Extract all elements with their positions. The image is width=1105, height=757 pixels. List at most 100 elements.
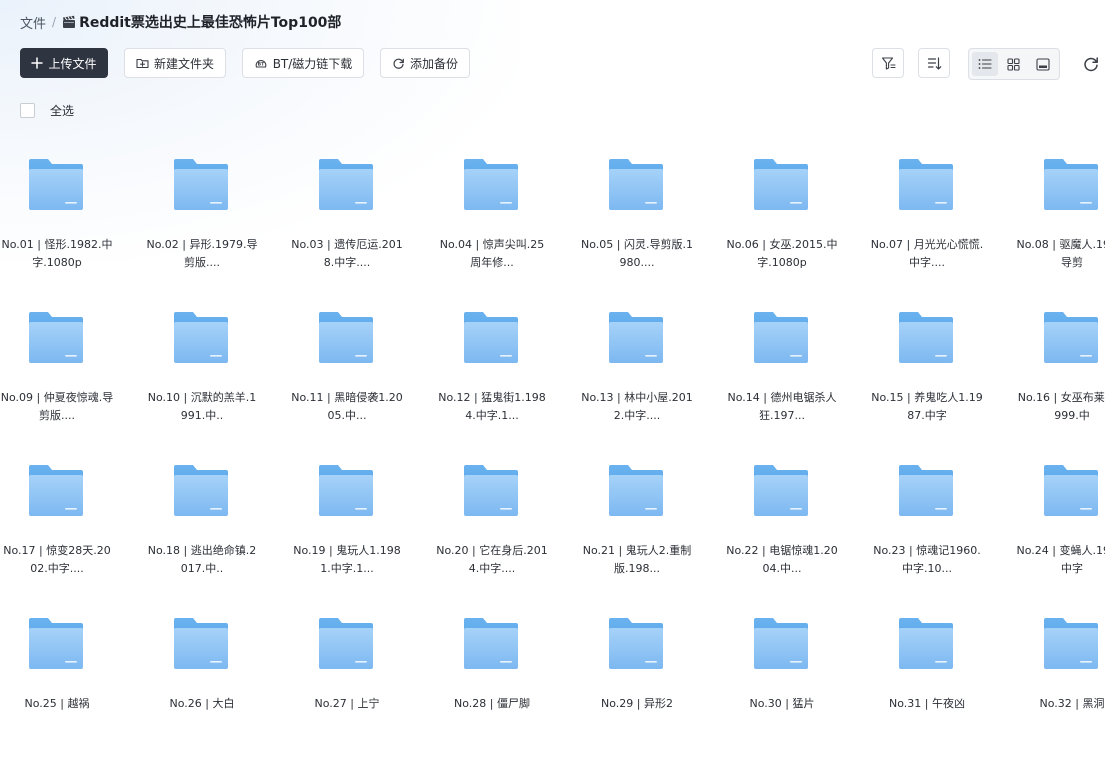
folder-name: No.07 | 月光光心慌慌.中字....	[870, 238, 984, 269]
folder-item[interactable]: No.17 | 惊变28天.2002.中字....	[0, 464, 120, 604]
folder-icon	[754, 312, 808, 363]
folder-icon	[319, 312, 373, 363]
folder-item[interactable]: No.29 | 异形2	[580, 617, 700, 757]
folder-item[interactable]: No.13 | 林中小屋.2012.中字....	[580, 311, 700, 451]
folder-item[interactable]: No.30 | 猛片	[725, 617, 845, 757]
clapperboard-icon	[63, 15, 76, 28]
folder-name: No.10 | 沉默的羔羊.1991.中..	[147, 391, 257, 422]
folder-icon	[1044, 618, 1098, 669]
grid-view-button[interactable]	[1001, 52, 1027, 76]
folder-item[interactable]: No.02 | 异形.1979.导剪版....	[145, 158, 265, 298]
folder-item[interactable]: No.24 | 变蝇人.1986.中字	[1015, 464, 1105, 604]
folder-name: No.08 | 驱魔人.1973.导剪	[1016, 238, 1105, 269]
view-mode-switcher	[968, 48, 1060, 80]
folder-icon	[899, 159, 953, 210]
folder-name: No.01 | 怪形.1982.中字.1080p	[1, 238, 113, 269]
upload-file-label: 上传文件	[48, 56, 97, 71]
folder-item[interactable]: No.31 | 午夜凶	[870, 617, 990, 757]
folder-icon	[464, 465, 518, 516]
folder-icon	[609, 465, 663, 516]
folder-icon	[464, 618, 518, 669]
folder-name: No.21 | 鬼玩人2.重制版.198...	[582, 544, 692, 575]
folder-icon	[1044, 465, 1098, 516]
folder-icon	[609, 159, 663, 210]
folder-item[interactable]: No.11 | 黑暗侵袭1.2005.中...	[290, 311, 410, 451]
upload-file-button[interactable]: 上传文件	[20, 48, 108, 78]
folder-icon	[754, 618, 808, 669]
card-view-icon	[1036, 57, 1050, 71]
new-folder-label: 新建文件夹	[153, 56, 214, 71]
folder-icon	[464, 312, 518, 363]
folder-name: No.23 | 惊魂记1960.中字.10...	[873, 544, 981, 575]
filter-button[interactable]	[872, 48, 904, 78]
folder-item[interactable]: No.25 | 越祸	[0, 617, 120, 757]
folder-item[interactable]: No.20 | 它在身后.2014.中字....	[435, 464, 555, 604]
folder-name: No.04 | 惊声尖叫.25周年修...	[439, 238, 545, 269]
folder-item[interactable]: No.19 | 鬼玩人1.1981.中字.1...	[290, 464, 410, 604]
folder-item[interactable]: No.05 | 闪灵.导剪版.1980....	[580, 158, 700, 298]
folder-icon	[754, 159, 808, 210]
folder-item[interactable]: No.07 | 月光光心慌慌.中字....	[870, 158, 990, 298]
folder-icon	[319, 618, 373, 669]
folder-name: No.20 | 它在身后.2014.中字....	[436, 544, 548, 575]
refresh-icon[interactable]	[1082, 55, 1100, 73]
breadcrumb-root-link[interactable]: 文件	[20, 13, 46, 32]
folder-name: No.02 | 异形.1979.导剪版....	[146, 238, 258, 269]
folder-name: No.06 | 女巫.2015.中字.1080p	[726, 238, 838, 269]
folder-item[interactable]: No.08 | 驱魔人.1973.导剪	[1015, 158, 1105, 298]
folder-item[interactable]: No.26 | 大白	[145, 617, 265, 757]
add-backup-button[interactable]: 添加备份	[380, 48, 470, 78]
folder-name: No.17 | 惊变28天.2002.中字....	[3, 544, 111, 575]
folder-item[interactable]: No.23 | 惊魂记1960.中字.10...	[870, 464, 990, 604]
folder-grid: No.01 | 怪形.1982.中字.1080p No.02 | 异形.1979.…	[0, 0, 1105, 710]
breadcrumb-current-label: Reddit票选出史上最佳恐怖片Top100部	[79, 15, 342, 31]
breadcrumb: 文件 / Reddit票选出史上最佳恐怖片Top100部	[20, 12, 341, 32]
breadcrumb-separator: /	[52, 15, 57, 29]
folder-plus-icon	[136, 58, 149, 69]
folder-icon	[174, 618, 228, 669]
preview-view-button[interactable]	[1030, 52, 1056, 76]
folder-item[interactable]: No.12 | 猛鬼街1.1984.中字.1...	[435, 311, 555, 451]
add-backup-label: 添加备份	[409, 56, 458, 71]
folder-name: No.22 | 电锯惊魂1.2004.中...	[726, 544, 838, 575]
folder-item[interactable]: No.04 | 惊声尖叫.25周年修...	[435, 158, 555, 298]
folder-icon	[899, 465, 953, 516]
folder-name: No.15 | 养鬼吃人1.1987.中字	[871, 391, 983, 422]
list-view-button[interactable]	[972, 52, 999, 76]
folder-item[interactable]: No.10 | 沉默的羔羊.1991.中..	[145, 311, 265, 451]
folder-name: No.05 | 闪灵.导剪版.1980....	[581, 238, 693, 269]
breadcrumb-current: Reddit票选出史上最佳恐怖片Top100部	[62, 12, 341, 32]
folder-item[interactable]: No.15 | 养鬼吃人1.1987.中字	[870, 311, 990, 451]
folder-icon	[609, 618, 663, 669]
folder-icon	[319, 159, 373, 210]
folder-item[interactable]: No.01 | 怪形.1982.中字.1080p	[0, 158, 120, 298]
folder-item[interactable]: No.06 | 女巫.2015.中字.1080p	[725, 158, 845, 298]
folder-icon	[29, 159, 83, 210]
folder-item[interactable]: No.16 | 女巫布莱尔.1999.中	[1015, 311, 1105, 451]
folder-icon	[464, 159, 518, 210]
folder-icon	[174, 465, 228, 516]
folder-item[interactable]: No.32 | 黑洞	[1015, 617, 1105, 757]
bt-magnet-download-button[interactable]: BT BT/磁力链下载	[242, 48, 364, 78]
bt-magnet-download-label: BT/磁力链下载	[272, 56, 353, 71]
folder-item[interactable]: No.14 | 德州电锯杀人狂.197...	[725, 311, 845, 451]
select-all: 全选	[20, 102, 74, 119]
grid-icon	[1007, 57, 1021, 71]
select-all-checkbox[interactable]	[20, 103, 35, 118]
folder-item[interactable]: No.28 | 僵尸脚	[435, 617, 555, 757]
folder-item[interactable]: No.18 | 逃出绝命镇.2017.中..	[145, 464, 265, 604]
folder-icon	[29, 618, 83, 669]
sort-button[interactable]	[918, 48, 950, 78]
folder-item[interactable]: No.22 | 电锯惊魂1.2004.中...	[725, 464, 845, 604]
folder-icon	[754, 465, 808, 516]
folder-item[interactable]: No.03 | 遗传厄运.2018.中字....	[290, 158, 410, 298]
folder-name: No.16 | 女巫布莱尔.1999.中	[1017, 391, 1105, 422]
folder-name: No.14 | 德州电锯杀人狂.197...	[727, 391, 837, 422]
folder-item[interactable]: No.21 | 鬼玩人2.重制版.198...	[580, 464, 700, 604]
folder-item[interactable]: No.27 | 上宁	[290, 617, 410, 757]
sync-icon	[393, 58, 404, 69]
folder-item[interactable]: No.09 | 仲夏夜惊魂.导剪版....	[0, 311, 120, 451]
new-folder-button[interactable]: 新建文件夹	[124, 48, 226, 78]
folder-icon	[29, 312, 83, 363]
folder-name: No.03 | 遗传厄运.2018.中字....	[291, 238, 403, 269]
